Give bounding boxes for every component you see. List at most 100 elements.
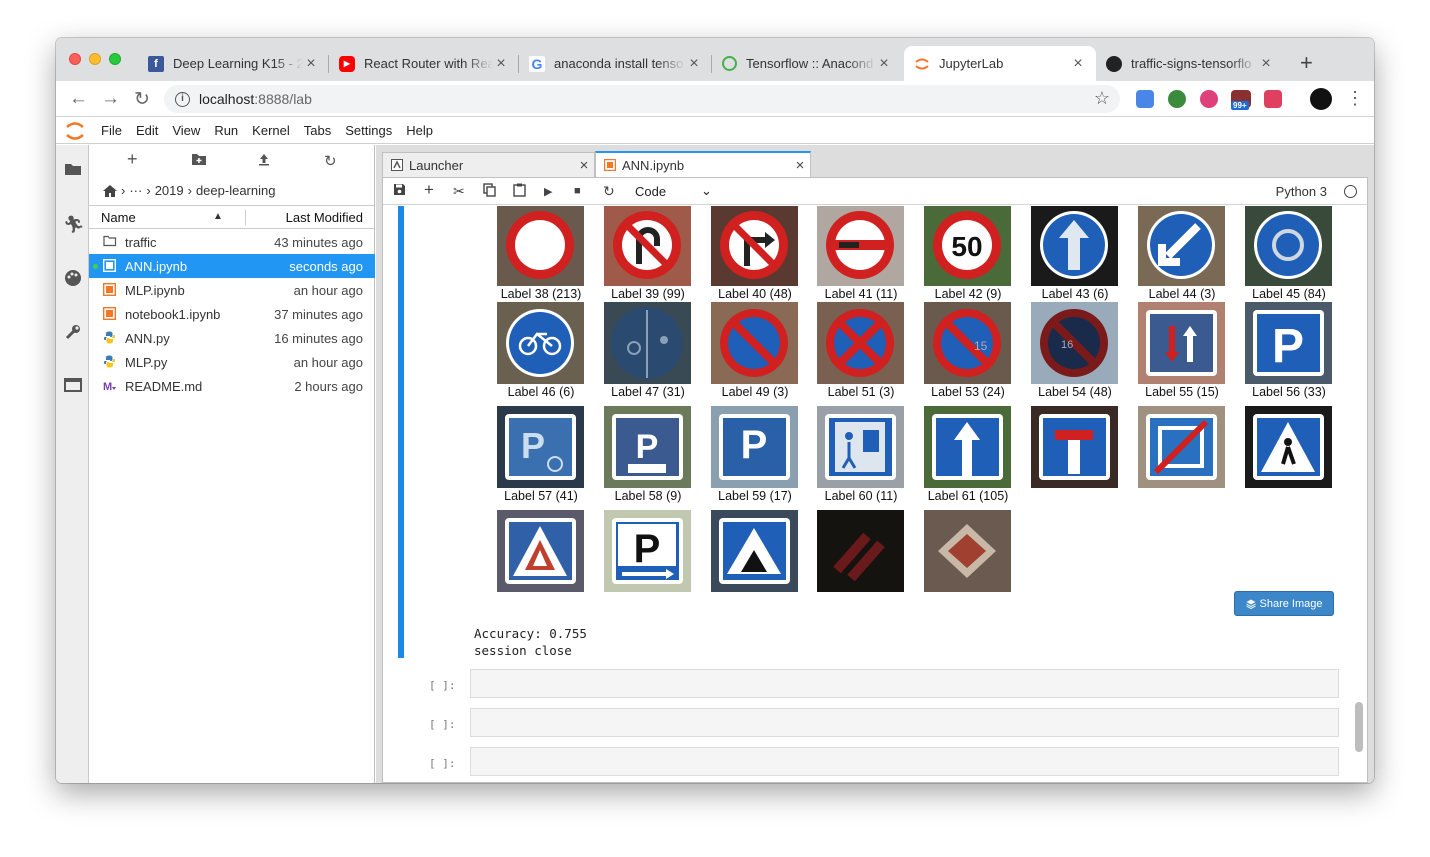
run-cell-icon[interactable]: ▶ bbox=[544, 185, 552, 198]
code-cell-input[interactable] bbox=[470, 708, 1339, 737]
vertical-scrollbar[interactable] bbox=[1355, 702, 1363, 752]
close-tab-icon[interactable]: × bbox=[1070, 55, 1086, 73]
translate-extension-icon[interactable] bbox=[1136, 90, 1154, 108]
browser-tab-active[interactable]: JupyterLab × bbox=[904, 46, 1096, 81]
file-row[interactable]: MLP.ipynb an hour ago bbox=[89, 278, 375, 302]
notebook-toolbar: + ✂ ▶ ■ ↻ Code ⌄ Python 3 bbox=[383, 178, 1367, 205]
layers-icon bbox=[1245, 599, 1256, 609]
file-row[interactable]: MLP.py an hour ago bbox=[89, 350, 375, 374]
sign-label: Label 56 (33) bbox=[1252, 385, 1326, 399]
column-header-modified[interactable]: Last Modified bbox=[245, 209, 375, 225]
new-launcher-icon[interactable]: + bbox=[127, 149, 138, 170]
browser-toolbar: ← → ↻ i localhost:8888/lab ☆ 99+ ⋮ bbox=[56, 81, 1374, 117]
forward-icon[interactable]: → bbox=[101, 88, 120, 110]
site-info-icon[interactable]: i bbox=[175, 91, 190, 107]
file-row[interactable]: M README.md 2 hours ago bbox=[89, 374, 375, 398]
menu-kernel[interactable]: Kernel bbox=[252, 123, 290, 138]
file-browser-panel: + ↻ › ··· › 2019 › deep-learning Name ▲ … bbox=[89, 145, 375, 783]
browser-tab[interactable]: G anaconda install tenso × bbox=[519, 46, 712, 81]
browser-tab[interactable]: traffic-signs-tensorflo × bbox=[1096, 46, 1284, 81]
cut-icon[interactable]: ✂ bbox=[453, 183, 465, 200]
cell-type-dropdown[interactable]: Code ⌄ bbox=[635, 183, 712, 199]
chevron-down-icon: ⌄ bbox=[701, 183, 712, 198]
svg-text:P: P bbox=[741, 423, 768, 467]
paste-icon[interactable] bbox=[513, 183, 526, 200]
menu-tabs[interactable]: Tabs bbox=[304, 123, 331, 138]
running-icon[interactable]: 🏃︎ bbox=[63, 215, 85, 234]
extension-badge: 99+ bbox=[1231, 101, 1249, 110]
code-cell-input[interactable] bbox=[470, 747, 1339, 776]
window-minimize-button[interactable] bbox=[89, 53, 101, 65]
python-icon bbox=[103, 355, 117, 369]
menu-edit[interactable]: Edit bbox=[136, 123, 158, 138]
save-icon[interactable] bbox=[393, 183, 406, 199]
running-indicator bbox=[93, 264, 98, 269]
wrench-icon[interactable] bbox=[63, 323, 82, 342]
kernel-name[interactable]: Python 3 bbox=[1276, 184, 1327, 199]
folder-icon[interactable] bbox=[63, 161, 82, 180]
breadcrumb-item[interactable]: deep-learning bbox=[196, 183, 276, 198]
stop-kernel-icon[interactable]: ■ bbox=[574, 185, 581, 197]
share-image-button[interactable]: Share Image bbox=[1234, 591, 1334, 616]
profile-avatar[interactable] bbox=[1310, 88, 1332, 110]
browser-tab[interactable]: Tensorflow :: Anacond × bbox=[712, 46, 902, 81]
home-icon[interactable] bbox=[103, 184, 117, 197]
breadcrumb-item[interactable]: 2019 bbox=[155, 183, 184, 198]
new-folder-icon[interactable] bbox=[191, 152, 207, 171]
browser-tab[interactable]: f Deep Learning K15 - 2 × bbox=[138, 46, 329, 81]
window-maximize-button[interactable] bbox=[109, 53, 121, 65]
file-row[interactable]: traffic 43 minutes ago bbox=[89, 230, 375, 254]
extension-icon[interactable] bbox=[1264, 90, 1282, 108]
code-cell-input[interactable] bbox=[470, 669, 1339, 698]
menu-help[interactable]: Help bbox=[406, 123, 433, 138]
close-tab-icon[interactable]: × bbox=[303, 55, 319, 73]
new-tab-button[interactable]: + bbox=[1300, 50, 1313, 76]
extension-icon[interactable] bbox=[1168, 90, 1186, 108]
add-cell-icon[interactable]: + bbox=[424, 180, 434, 200]
close-tab-icon[interactable]: × bbox=[790, 157, 810, 174]
doc-tab-notebook[interactable]: ANN.ipynb × bbox=[595, 151, 811, 177]
cell-output-text: Accuracy: 0.755 session close bbox=[474, 625, 587, 659]
file-row[interactable]: notebook1.ipynb 37 minutes ago bbox=[89, 302, 375, 326]
file-row[interactable]: ANN.py 16 minutes ago bbox=[89, 326, 375, 350]
jupyter-icon bbox=[914, 56, 930, 72]
close-tab-icon[interactable]: × bbox=[1258, 55, 1274, 73]
tabs-icon[interactable] bbox=[63, 377, 82, 396]
browser-tab-title: JupyterLab bbox=[939, 56, 1004, 71]
file-row[interactable]: ANN.ipynb seconds ago bbox=[89, 254, 375, 278]
close-tab-icon[interactable]: × bbox=[493, 55, 509, 73]
restart-kernel-icon[interactable]: ↻ bbox=[603, 183, 615, 200]
back-icon[interactable]: ← bbox=[69, 88, 88, 110]
breadcrumb-ellipsis[interactable]: ··· bbox=[129, 183, 142, 198]
bookmark-star-icon[interactable]: ☆ bbox=[1094, 88, 1110, 109]
menu-run[interactable]: Run bbox=[214, 123, 238, 138]
menu-view[interactable]: View bbox=[172, 123, 200, 138]
browser-tab[interactable]: ▶ React Router with Rea × bbox=[329, 46, 519, 81]
refresh-icon[interactable]: ↻ bbox=[324, 152, 337, 170]
svg-text:P: P bbox=[636, 428, 659, 466]
close-tab-icon[interactable]: × bbox=[574, 157, 594, 174]
browser-menu-icon[interactable]: ⋮ bbox=[1346, 88, 1364, 109]
output-line: session close bbox=[474, 643, 572, 658]
upload-icon[interactable] bbox=[257, 152, 271, 171]
doc-tab-launcher[interactable]: Launcher × bbox=[382, 152, 595, 177]
copy-icon[interactable] bbox=[483, 183, 496, 200]
svg-text:P: P bbox=[521, 425, 545, 466]
traffic-sign-image: 16 bbox=[1031, 302, 1118, 384]
extension-icon[interactable]: 99+ bbox=[1231, 90, 1251, 110]
traffic-sign-image bbox=[1138, 206, 1225, 286]
svg-text:16: 16 bbox=[1061, 339, 1073, 351]
close-tab-icon[interactable]: × bbox=[876, 55, 892, 73]
reload-icon[interactable]: ↻ bbox=[134, 88, 150, 111]
menu-settings[interactable]: Settings bbox=[345, 123, 392, 138]
jupyter-logo bbox=[60, 118, 90, 144]
url-host: localhost bbox=[199, 91, 255, 107]
window-close-button[interactable] bbox=[69, 53, 81, 65]
active-cell-indicator[interactable] bbox=[398, 206, 404, 658]
menu-file[interactable]: File bbox=[101, 123, 122, 138]
column-header-name[interactable]: Name bbox=[101, 210, 245, 225]
palette-icon[interactable] bbox=[63, 269, 82, 288]
extension-icon[interactable] bbox=[1200, 90, 1218, 108]
address-bar[interactable]: i localhost:8888/lab ☆ bbox=[164, 85, 1120, 113]
close-tab-icon[interactable]: × bbox=[686, 55, 702, 73]
